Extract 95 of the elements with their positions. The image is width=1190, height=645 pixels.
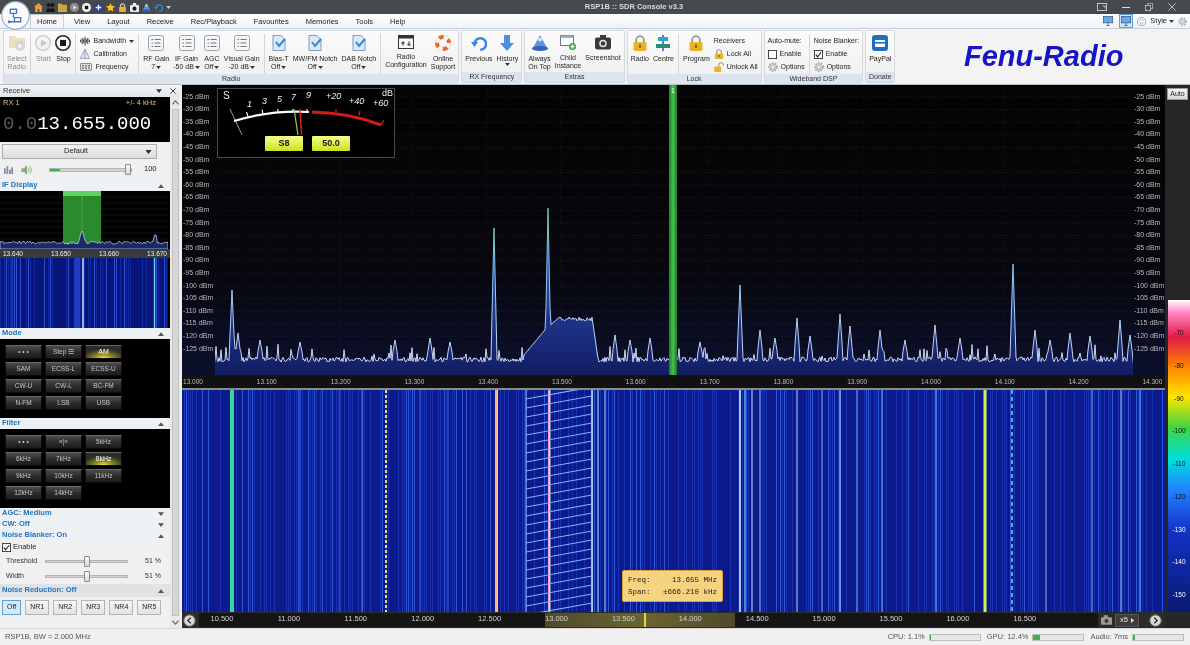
align-center-icon — [655, 35, 672, 51]
caret-icon — [250, 65, 255, 69]
document-icon — [307, 35, 324, 51]
caret-icon — [156, 65, 162, 69]
bar-chart-icon[interactable] — [4, 165, 13, 174]
scale-label: 7 — [291, 93, 296, 102]
undo-icon — [470, 35, 487, 51]
keyboard-icon — [80, 63, 93, 71]
window-icon — [397, 35, 414, 49]
view-mode-button[interactable] — [1119, 14, 1134, 28]
list-icon — [233, 35, 250, 51]
caret-icon — [1131, 617, 1134, 623]
caret-icon — [129, 39, 135, 43]
cone-icon[interactable] — [142, 2, 151, 12]
slider-thumb[interactable] — [84, 571, 91, 582]
padlock-icon — [713, 49, 724, 59]
home-icon[interactable] — [34, 2, 43, 12]
stop-icon[interactable] — [82, 2, 91, 12]
padlock-icon — [631, 35, 648, 51]
stop-icon — [55, 35, 72, 51]
caret-icon — [1169, 19, 1174, 23]
checkbox[interactable] — [2, 543, 11, 552]
monitor-icon — [1121, 16, 1132, 26]
restore-icon[interactable] — [1145, 3, 1153, 11]
app-logo-icon[interactable] — [1, 1, 30, 30]
gear-icon — [767, 62, 778, 72]
scale-label: +60 — [373, 99, 389, 108]
caret-icon — [145, 149, 152, 154]
caret-icon — [194, 65, 200, 69]
caret-icon — [504, 63, 510, 66]
scale-label: 3 — [262, 97, 267, 106]
slider-track[interactable] — [49, 167, 132, 172]
scale-label: +40 — [349, 97, 365, 106]
caret-icon — [361, 65, 367, 69]
padlock-icon — [688, 35, 705, 51]
document-icon — [350, 35, 367, 51]
scale-label: +20 — [326, 92, 342, 101]
triangle-icon — [80, 49, 91, 59]
slider-thumb[interactable] — [84, 556, 91, 567]
collapse-icon[interactable] — [158, 533, 164, 538]
scale-label: 9 — [306, 91, 311, 100]
list-icon — [148, 35, 165, 51]
list-icon — [203, 35, 220, 51]
scrollbar[interactable] — [170, 97, 180, 628]
s-reading: S8 — [265, 136, 303, 151]
camera-icon[interactable] — [130, 2, 139, 12]
frequency-readout[interactable]: 0.013.655.000 — [3, 112, 152, 135]
document-icon — [270, 35, 287, 51]
play-icon[interactable] — [70, 2, 79, 12]
close-icon[interactable] — [170, 88, 176, 94]
lock-icon[interactable] — [118, 2, 127, 12]
caret-icon — [281, 65, 287, 69]
window-icon[interactable] — [1097, 3, 1107, 11]
plus-icon[interactable] — [94, 2, 103, 12]
scroll-up-icon[interactable] — [171, 100, 179, 105]
window-plus-icon — [560, 35, 576, 50]
monitor-icon — [1103, 16, 1114, 26]
scale-label: dB — [382, 89, 393, 98]
scale-label: S — [223, 91, 230, 101]
logo-text: Fenu-Radio — [963, 40, 1124, 73]
lifebuoy-icon — [435, 35, 452, 51]
unlock-icon — [713, 62, 724, 72]
list-icon — [178, 35, 195, 51]
minimize-icon[interactable] — [1122, 6, 1130, 8]
expand-icon[interactable] — [158, 511, 164, 516]
collapse-icon[interactable] — [158, 421, 164, 426]
collapse-icon[interactable] — [158, 331, 164, 336]
scale-label: 5 — [277, 95, 282, 104]
star-icon[interactable] — [106, 2, 115, 12]
caret-icon[interactable] — [156, 89, 162, 93]
caret-icon[interactable] — [166, 5, 171, 9]
checkbox[interactable] — [813, 49, 823, 59]
card-icon — [872, 35, 889, 51]
caret-icon — [317, 65, 323, 69]
camera-icon — [594, 35, 611, 50]
slider-thumb[interactable] — [124, 163, 131, 175]
scroll-right-icon[interactable] — [1149, 613, 1162, 627]
expand-icon[interactable] — [158, 522, 164, 527]
scroll-down-icon[interactable] — [171, 620, 179, 625]
scale-label: 1 — [247, 100, 252, 109]
view-mode-button[interactable] — [1101, 14, 1116, 28]
cone-icon — [531, 35, 548, 51]
folder-icon — [8, 35, 25, 51]
checkbox[interactable] — [767, 49, 777, 59]
collapse-icon[interactable] — [158, 588, 164, 593]
down-arrow-icon — [499, 35, 516, 51]
caret-icon — [214, 65, 220, 69]
collapse-icon[interactable] — [158, 183, 164, 188]
play-icon — [35, 35, 52, 51]
scroll-left-icon[interactable] — [183, 613, 196, 627]
waveform-icon — [80, 36, 91, 46]
scrollbar-thumb[interactable] — [171, 109, 179, 616]
level-reading: 50.0 — [312, 136, 350, 151]
gear-icon — [813, 62, 824, 72]
folder-icon[interactable] — [58, 2, 67, 12]
